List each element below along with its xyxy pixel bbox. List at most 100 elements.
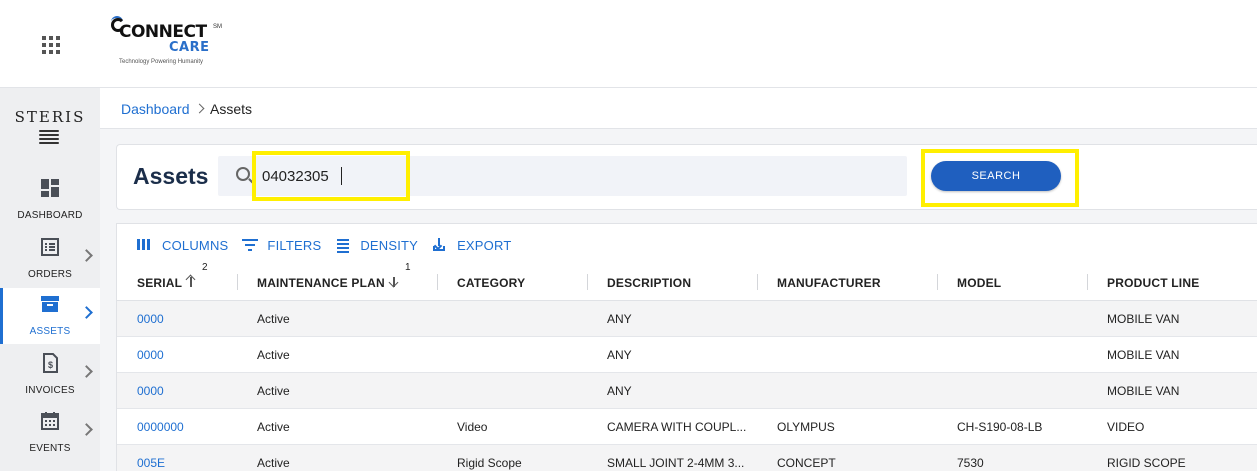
calendar-icon <box>40 411 60 431</box>
columns-label: COLUMNS <box>162 237 229 253</box>
filters-button[interactable]: FILTERS <box>242 238 321 253</box>
filters-label: FILTERS <box>267 237 322 253</box>
search-icon <box>236 167 250 181</box>
invoices-icon: $ <box>40 353 60 373</box>
sort-order-badge: 2 <box>202 262 208 273</box>
density-button[interactable]: DENSITY <box>335 238 418 253</box>
sidebar-item-dashboard[interactable]: DASHBOARD <box>0 172 100 228</box>
top-header: CONNECT SM CARE Technology Powering Huma… <box>0 0 1257 88</box>
export-button[interactable]: EXPORT <box>432 238 511 253</box>
chevron-right-icon[interactable] <box>80 365 93 378</box>
column-separator[interactable] <box>1087 274 1088 290</box>
density-label: DENSITY <box>360 237 419 253</box>
column-separator[interactable] <box>757 274 758 290</box>
model-cell: 7530 <box>957 456 984 470</box>
sort-order-badge: 1 <box>405 262 411 273</box>
sidebar-item-label: ASSETS <box>29 326 71 337</box>
sidebar-item-assets[interactable]: ASSETS <box>0 288 100 344</box>
table-row[interactable]: 0000000 Active Video CAMERA WITH COUPL..… <box>117 409 1257 445</box>
category-cell: Video <box>457 420 488 434</box>
sidebar-item-label: DASHBOARD <box>17 210 83 221</box>
product-line-cell: RIGID SCOPE <box>1107 456 1186 470</box>
logo-tagline: Technology Powering Humanity <box>119 59 204 65</box>
manufacturer-cell: OLYMPUS <box>777 420 835 434</box>
export-label: EXPORT <box>457 237 512 253</box>
product-line-cell: MOBILE VAN <box>1107 312 1180 326</box>
description-cell: ANY <box>607 384 632 398</box>
chevron-right-icon[interactable] <box>80 423 93 436</box>
serial-link[interactable]: 005E <box>137 456 165 470</box>
column-header-model[interactable]: MODEL <box>957 276 1001 290</box>
category-cell: Rigid Scope <box>457 456 522 470</box>
serial-link[interactable]: 0000 <box>137 348 164 362</box>
column-separator[interactable] <box>237 274 238 290</box>
serial-link[interactable]: 0000000 <box>137 420 184 434</box>
sidebar-item-invoices[interactable]: $ INVOICES <box>0 347 100 403</box>
assets-table: COLUMNS FILTERS DENSITY EXPORT SERIAL 2 … <box>116 223 1257 471</box>
column-separator[interactable] <box>587 274 588 290</box>
sidebar-item-label: ORDERS <box>28 269 72 280</box>
product-line-cell: MOBILE VAN <box>1107 384 1180 398</box>
assets-icon <box>40 294 60 314</box>
column-separator[interactable] <box>437 274 438 290</box>
input-highlight-box <box>252 151 410 201</box>
apps-grid-icon[interactable] <box>42 36 60 54</box>
steris-brand: STERIS <box>14 108 86 126</box>
sidebar-item-events[interactable]: EVENTS <box>0 405 100 461</box>
columns-button[interactable]: COLUMNS <box>137 238 228 253</box>
product-line-cell: VIDEO <box>1107 420 1145 434</box>
product-line-cell: MOBILE VAN <box>1107 348 1180 362</box>
logo-care-text: CARE <box>169 40 210 55</box>
page-title: Assets <box>133 163 209 189</box>
chevron-right-icon[interactable] <box>80 249 93 262</box>
svg-text:$: $ <box>48 360 53 370</box>
description-cell: SMALL JOINT 2-4MM 3... <box>607 456 745 470</box>
button-highlight-box <box>921 149 1079 207</box>
column-separator[interactable] <box>937 274 938 290</box>
manufacturer-cell: CONCEPT <box>777 456 836 470</box>
column-header-category[interactable]: CATEGORY <box>457 276 525 290</box>
model-cell: CH-S190-08-LB <box>957 420 1043 434</box>
maintenance-plan-cell: Active <box>257 348 290 362</box>
orders-icon <box>40 237 60 257</box>
maintenance-plan-cell: Active <box>257 456 290 470</box>
column-header-description[interactable]: DESCRIPTION <box>607 276 691 290</box>
serial-link[interactable]: 0000 <box>137 384 164 398</box>
table-row[interactable]: 005E Active Rigid Scope SMALL JOINT 2-4M… <box>117 445 1257 471</box>
chevron-right-icon[interactable] <box>80 306 93 319</box>
search-card: Assets SEARCH <box>116 144 1257 210</box>
column-header-product-line[interactable]: PRODUCT LINE <box>1107 276 1199 290</box>
table-row[interactable]: 0000 Active ANY MOBILE VAN <box>117 373 1257 409</box>
sidebar: STERIS DASHBOARD ORDERS ASSETS $ INVOICE… <box>0 88 100 471</box>
maintenance-plan-cell: Active <box>257 312 290 326</box>
sort-ascending-icon[interactable] <box>185 274 196 289</box>
filter-icon <box>242 238 259 252</box>
download-icon <box>432 238 448 252</box>
description-cell: ANY <box>607 348 632 362</box>
maintenance-plan-cell: Active <box>257 384 290 398</box>
table-row[interactable]: 0000 Active ANY MOBILE VAN <box>117 301 1257 337</box>
maintenance-plan-cell: Active <box>257 420 290 434</box>
density-icon <box>335 238 351 253</box>
breadcrumb-current: Assets <box>210 101 253 117</box>
table-toolbar: COLUMNS FILTERS DENSITY EXPORT <box>137 237 525 253</box>
description-cell: CAMERA WITH COUPL... <box>607 420 747 434</box>
columns-icon <box>137 238 153 252</box>
serial-link[interactable]: 0000 <box>137 312 164 326</box>
sidebar-item-label: EVENTS <box>29 443 71 454</box>
column-header-serial[interactable]: SERIAL <box>137 276 182 290</box>
steris-waves-icon <box>39 130 59 146</box>
column-header-manufacturer[interactable]: MANUFACTURER <box>777 276 881 290</box>
sidebar-item-label: INVOICES <box>25 385 75 396</box>
sidebar-item-orders[interactable]: ORDERS <box>0 231 100 287</box>
breadcrumb-dashboard-link[interactable]: Dashboard <box>121 101 190 117</box>
chevron-right-icon <box>194 103 205 114</box>
table-row[interactable]: 0000 Active ANY MOBILE VAN <box>117 337 1257 373</box>
logo-connect-text: CONNECT <box>119 22 207 42</box>
connect-care-logo[interactable]: CONNECT SM CARE Technology Powering Huma… <box>111 16 231 72</box>
table-header: SERIAL 2 MAINTENANCE PLAN 1 CATEGORY DES… <box>117 262 1257 301</box>
sort-descending-icon[interactable] <box>388 275 399 289</box>
column-header-maintenance-plan[interactable]: MAINTENANCE PLAN <box>257 276 385 290</box>
logo-sm-mark: SM <box>213 24 222 30</box>
breadcrumb: Dashboard Assets <box>100 88 1257 129</box>
